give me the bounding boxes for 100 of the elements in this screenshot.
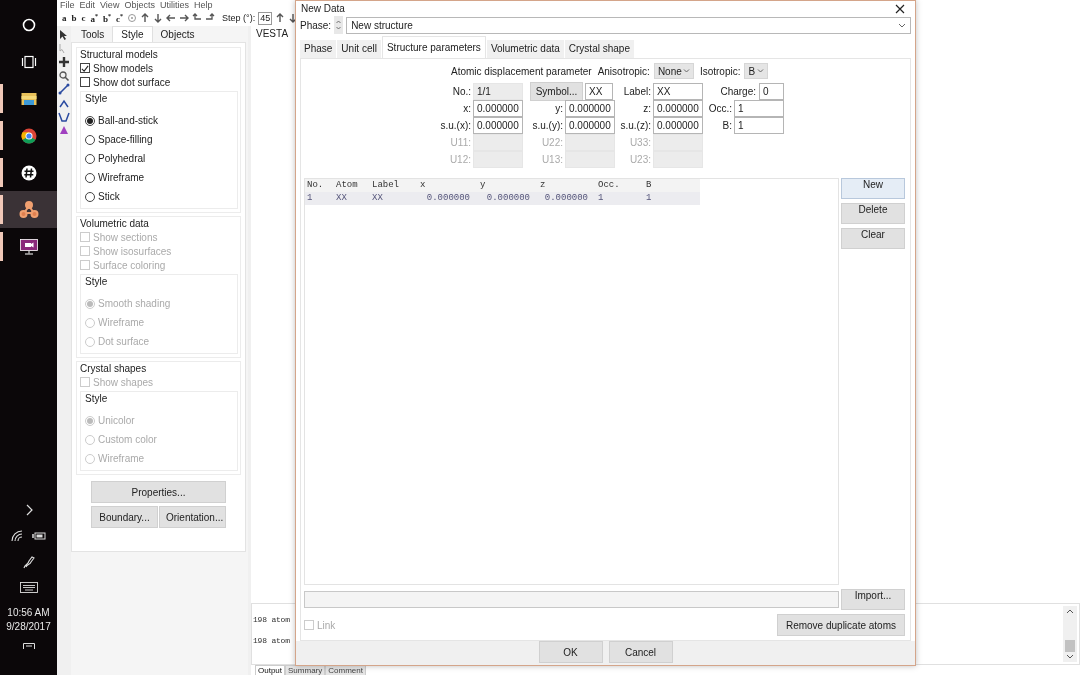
table-cell[interactable]: 0.000000 — [538, 192, 596, 205]
field-label: U12: — [448, 153, 471, 167]
step-field[interactable]: 45 — [258, 11, 273, 25]
hash-icon — [20, 164, 37, 181]
tab[interactable]: Tools — [73, 27, 113, 42]
move-icon[interactable] — [58, 56, 70, 69]
rotate-left-icon[interactable] — [192, 13, 203, 23]
column-header[interactable]: z — [538, 179, 596, 192]
field-label: x: — [462, 102, 471, 116]
axis-button[interactable]: c — [80, 13, 87, 23]
menu-item[interactable]: Utilities — [159, 0, 189, 10]
phase-dropdown[interactable]: New structure — [346, 16, 911, 34]
notification-icon[interactable] — [22, 643, 35, 649]
axis-button[interactable]: a$^{*}$ — [89, 12, 99, 24]
dropdown[interactable]: B — [744, 63, 769, 79]
zoom-icon[interactable] — [58, 69, 70, 82]
axis-button[interactable]: a — [61, 13, 68, 23]
label-field[interactable]: XX — [653, 83, 703, 100]
table-button[interactable]: New — [841, 178, 905, 199]
dihedral-icon[interactable] — [58, 110, 70, 123]
column-header[interactable]: x — [418, 179, 478, 192]
symbol-field[interactable]: XX — [585, 83, 613, 100]
ok-button[interactable]: OK — [538, 641, 603, 663]
radio-button[interactable] — [85, 134, 95, 145]
bond-icon[interactable] — [58, 83, 70, 96]
tab[interactable]: Structure parameters — [381, 36, 486, 58]
column-header[interactable]: y — [478, 179, 538, 192]
table-cell[interactable]: 0.000000 — [478, 192, 538, 205]
number-field[interactable]: 1/1 — [473, 83, 523, 100]
right-arrow-icon[interactable] — [179, 13, 190, 23]
clock-date[interactable]: 9/28/2017 — [6, 620, 51, 634]
battery-icon[interactable] — [32, 531, 46, 541]
up-arrow-icon[interactable] — [275, 13, 286, 23]
viewer-tab[interactable]: VESTA — [256, 28, 289, 39]
column-header[interactable]: No. — [305, 179, 334, 192]
radio-button[interactable] — [85, 153, 95, 164]
charge-field[interactable]: 0 — [759, 83, 784, 100]
menu-item[interactable]: View — [100, 0, 120, 10]
menu-item[interactable]: Objects — [124, 0, 155, 10]
axis-button[interactable]: c$^{*}$ — [115, 12, 125, 24]
wifi-icon[interactable] — [11, 530, 24, 542]
table-cell[interactable]: 0.000000 — [418, 192, 478, 205]
orientation-button[interactable]: Orientation... — [159, 506, 226, 528]
tab[interactable]: Unit cell — [337, 40, 381, 58]
column-header[interactable]: Atom — [334, 179, 370, 192]
table-cell[interactable]: XX — [334, 192, 370, 205]
input-field[interactable]: 0.000000 — [473, 117, 523, 134]
close-icon[interactable] — [895, 3, 905, 14]
input-field[interactable]: 0.000000 — [473, 100, 523, 117]
down-arrow-icon[interactable] — [153, 13, 164, 23]
field-label: Occ.: — [707, 102, 732, 116]
input-field[interactable]: 1 — [734, 100, 784, 117]
input-field[interactable]: 0.000000 — [565, 117, 615, 134]
tab[interactable]: Crystal shape — [564, 40, 634, 58]
table-cell[interactable]: 1 — [644, 192, 700, 205]
tab[interactable]: Style — [112, 26, 153, 42]
table-cell[interactable]: XX — [370, 192, 418, 205]
menu-item[interactable]: File — [60, 0, 75, 10]
up-arrow-icon[interactable] — [140, 13, 151, 23]
input-field[interactable]: 0.000000 — [653, 100, 703, 117]
phase-label: Phase: — [300, 19, 332, 31]
dropdown[interactable]: None — [653, 63, 694, 79]
menu-item[interactable]: Edit — [79, 0, 96, 10]
tab[interactable]: Objects — [152, 27, 203, 42]
radio-button[interactable] — [85, 115, 95, 126]
column-header[interactable]: B — [644, 179, 700, 192]
column-header[interactable]: Label — [370, 179, 418, 192]
cancel-button[interactable]: Cancel — [608, 641, 673, 663]
scrollbar[interactable] — [1063, 606, 1077, 662]
rotate-right-icon[interactable] — [205, 13, 216, 23]
remove-duplicates-button[interactable]: Remove duplicate atoms — [776, 614, 905, 636]
symbol-button[interactable]: Symbol... — [530, 82, 583, 101]
axis-button[interactable]: b$^{*}$ — [102, 12, 113, 24]
tab[interactable]: Output — [255, 665, 285, 675]
properties-button[interactable]: Properties... — [91, 481, 226, 503]
radio-button[interactable] — [85, 191, 95, 202]
table-button[interactable]: Delete — [841, 203, 905, 224]
input-field[interactable]: 0.000000 — [565, 100, 615, 117]
menu-item[interactable]: Help — [193, 0, 213, 10]
section-label: Atomic displacement parameter — [451, 65, 592, 77]
checkbox[interactable] — [80, 77, 90, 87]
table-cell[interactable]: 1 — [305, 192, 334, 205]
file-path-field[interactable] — [304, 591, 839, 608]
input-field[interactable]: 0.000000 — [653, 117, 703, 134]
import-button[interactable]: Import... — [841, 589, 905, 610]
keyboard-icon[interactable] — [19, 582, 38, 593]
radio-button[interactable] — [85, 172, 95, 183]
table-cell[interactable]: 1 — [596, 192, 644, 205]
left-arrow-icon[interactable] — [166, 13, 177, 23]
axis-button[interactable]: b — [70, 13, 78, 23]
taskbar-button[interactable] — [0, 191, 57, 228]
input-field[interactable]: 1 — [734, 117, 784, 134]
pen-icon[interactable] — [21, 555, 36, 569]
boundary-button[interactable]: Boundary... — [91, 506, 158, 528]
table-button[interactable]: Clear — [841, 228, 905, 249]
clock-time[interactable]: 10:56 AM — [7, 606, 50, 620]
column-header[interactable]: Occ. — [596, 179, 644, 192]
checkbox[interactable] — [80, 63, 90, 73]
tab[interactable]: Phase — [300, 40, 337, 58]
tab[interactable]: Volumetric data — [486, 40, 564, 58]
